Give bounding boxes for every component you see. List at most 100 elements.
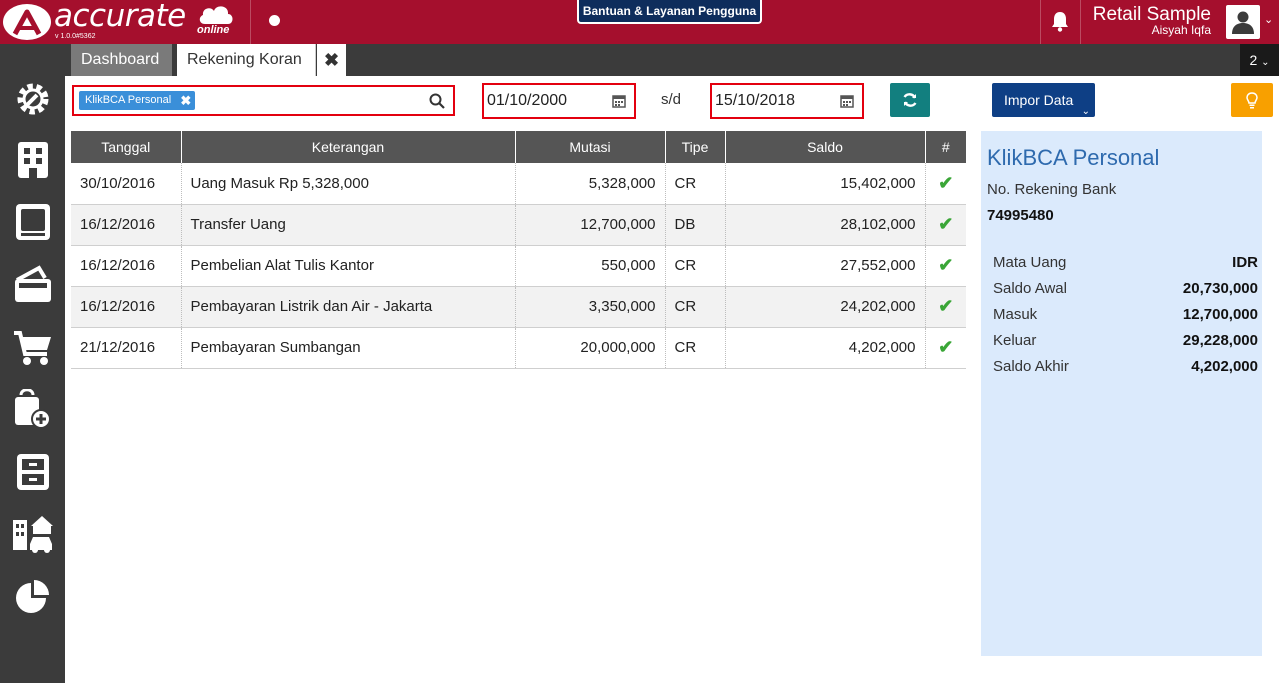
- cell-tanggal: 21/12/2016: [71, 327, 182, 369]
- table-row[interactable]: 16/12/2016 Transfer Uang 12,700,000 DB 2…: [71, 204, 966, 246]
- shopping-bag-add-icon[interactable]: [13, 388, 53, 429]
- cell-status: ✔: [925, 163, 966, 205]
- date-from-input[interactable]: [487, 89, 607, 113]
- summary-row-incoming: Masuk 12,700,000: [993, 306, 1258, 332]
- date-range-separator: s/d: [661, 91, 682, 108]
- pie-chart-icon[interactable]: [13, 577, 53, 617]
- table-row[interactable]: 21/12/2016 Pembayaran Sumbangan 20,000,0…: [71, 327, 966, 369]
- cell-tanggal: 16/12/2016: [71, 286, 182, 328]
- cell-tanggal: 16/12/2016: [71, 204, 182, 246]
- app-logo[interactable]: accurate online v 1.0.0#5362: [0, 0, 245, 44]
- checkmark-icon: ✔: [938, 214, 954, 234]
- table-row[interactable]: 16/12/2016 Pembelian Alat Tulis Kantor 5…: [71, 245, 966, 287]
- cell-saldo: 24,202,000: [725, 286, 926, 328]
- import-data-button[interactable]: Impor Data ⌄: [992, 83, 1095, 117]
- column-header-tanggal[interactable]: Tanggal: [71, 131, 182, 163]
- cell-mutasi: 20,000,000: [515, 327, 666, 369]
- refresh-icon: [903, 93, 917, 107]
- cell-mutasi: 12,700,000: [515, 204, 666, 246]
- cell-status: ✔: [925, 245, 966, 287]
- date-to-field[interactable]: [710, 83, 864, 119]
- summary-label: Mata Uang: [993, 254, 1067, 271]
- avatar[interactable]: [1226, 5, 1260, 39]
- user-name[interactable]: Aisyah Iqfa: [1152, 23, 1211, 37]
- account-chip-label: KlikBCA Personal: [85, 94, 172, 106]
- account-number-label: No. Rekening Bank: [987, 181, 1117, 198]
- cell-keterangan: Pembayaran Sumbangan: [181, 327, 516, 369]
- building-icon[interactable]: [13, 140, 53, 180]
- checkmark-icon: ✔: [938, 255, 954, 275]
- cart-icon[interactable]: [13, 327, 53, 367]
- status-dot-icon[interactable]: [269, 15, 280, 26]
- checkmark-icon: ✔: [938, 337, 954, 357]
- divider: [1080, 0, 1081, 44]
- divider: [1040, 0, 1041, 44]
- cabinet-icon[interactable]: [13, 452, 53, 492]
- summary-row-closing-balance: Saldo Akhir 4,202,000: [993, 358, 1258, 384]
- chevron-down-icon: ⌄: [1081, 106, 1090, 117]
- cell-status: ✔: [925, 204, 966, 246]
- logo-online-text: online: [197, 24, 230, 36]
- cell-tipe: CR: [665, 245, 726, 287]
- cell-mutasi: 3,350,000: [515, 286, 666, 328]
- tips-button[interactable]: [1231, 83, 1273, 117]
- account-chip[interactable]: KlikBCA Personal ✖: [79, 91, 196, 110]
- cell-tipe: CR: [665, 327, 726, 369]
- column-header-keterangan[interactable]: Keterangan: [181, 131, 516, 163]
- summary-label: Masuk: [993, 306, 1038, 323]
- property-car-icon[interactable]: [13, 514, 53, 554]
- date-from-field[interactable]: [482, 83, 636, 119]
- cell-tanggal: 16/12/2016: [71, 245, 182, 287]
- column-header-tipe[interactable]: Tipe: [665, 131, 726, 163]
- cell-saldo: 15,402,000: [725, 163, 926, 205]
- cell-keterangan: Pembelian Alat Tulis Kantor: [181, 245, 516, 287]
- chevron-down-icon[interactable]: ⌄: [1264, 13, 1273, 26]
- import-data-label: Impor Data: [1004, 92, 1074, 108]
- tab-rekening-koran[interactable]: Rekening Koran: [177, 44, 316, 76]
- tab-dashboard[interactable]: Dashboard: [71, 44, 172, 76]
- column-header-mutasi[interactable]: Mutasi: [515, 131, 666, 163]
- top-bar: accurate online v 1.0.0#5362 Bantuan & L…: [0, 0, 1279, 44]
- logo-mark: [3, 4, 51, 40]
- summary-value: 12,700,000: [1182, 306, 1258, 323]
- account-search-field[interactable]: KlikBCA Personal ✖: [72, 85, 455, 116]
- table-row[interactable]: 16/12/2016 Pembayaran Listrik dan Air - …: [71, 286, 966, 328]
- bell-icon[interactable]: [1050, 10, 1070, 32]
- date-to-input[interactable]: [715, 89, 835, 113]
- search-icon[interactable]: [429, 93, 445, 109]
- close-tab-icon[interactable]: ✖: [317, 44, 346, 76]
- logo-text: accurate: [54, 0, 186, 34]
- lightbulb-icon: [1246, 92, 1258, 109]
- cell-mutasi: 550,000: [515, 245, 666, 287]
- cell-status: ✔: [925, 327, 966, 369]
- calendar-icon[interactable]: [840, 94, 854, 108]
- user-icon: [1232, 11, 1254, 34]
- statement-table: Tanggal Keterangan Mutasi Tipe Saldo # 3…: [71, 131, 966, 369]
- cell-tipe: CR: [665, 286, 726, 328]
- summary-row-outgoing: Keluar 29,228,000: [993, 332, 1258, 358]
- cell-tanggal: 30/10/2016: [71, 163, 182, 205]
- table-header-row: Tanggal Keterangan Mutasi Tipe Saldo #: [71, 131, 966, 163]
- account-number-value: 74995480: [987, 207, 1054, 224]
- help-support-button[interactable]: Bantuan & Layanan Pengguna: [577, 0, 762, 24]
- divider: [250, 0, 251, 44]
- remove-chip-icon[interactable]: ✖: [180, 91, 191, 110]
- cell-keterangan: Pembayaran Listrik dan Air - Jakarta: [181, 286, 516, 328]
- refresh-button[interactable]: [890, 83, 930, 117]
- checkmark-icon: ✔: [938, 296, 954, 316]
- summary-value: 20,730,000: [1182, 280, 1258, 297]
- summary-row-currency: Mata Uang IDR: [993, 254, 1258, 280]
- account-summary-panel: KlikBCA Personal No. Rekening Bank 74995…: [981, 131, 1262, 656]
- wallet-icon[interactable]: [13, 264, 53, 304]
- calendar-icon[interactable]: [612, 94, 626, 108]
- open-tabs-count[interactable]: 2 ⌄: [1240, 44, 1279, 76]
- sidebar: [0, 44, 65, 683]
- summary-value: 4,202,000: [1191, 358, 1258, 375]
- table-row[interactable]: 30/10/2016 Uang Masuk Rp 5,328,000 5,328…: [71, 163, 966, 205]
- summary-value: 29,228,000: [1182, 332, 1258, 349]
- tab-count-value: 2: [1249, 52, 1258, 68]
- summary-label: Saldo Akhir: [993, 358, 1069, 375]
- gear-icon[interactable]: [13, 79, 53, 119]
- column-header-saldo[interactable]: Saldo: [725, 131, 926, 163]
- ledger-book-icon[interactable]: [13, 202, 53, 242]
